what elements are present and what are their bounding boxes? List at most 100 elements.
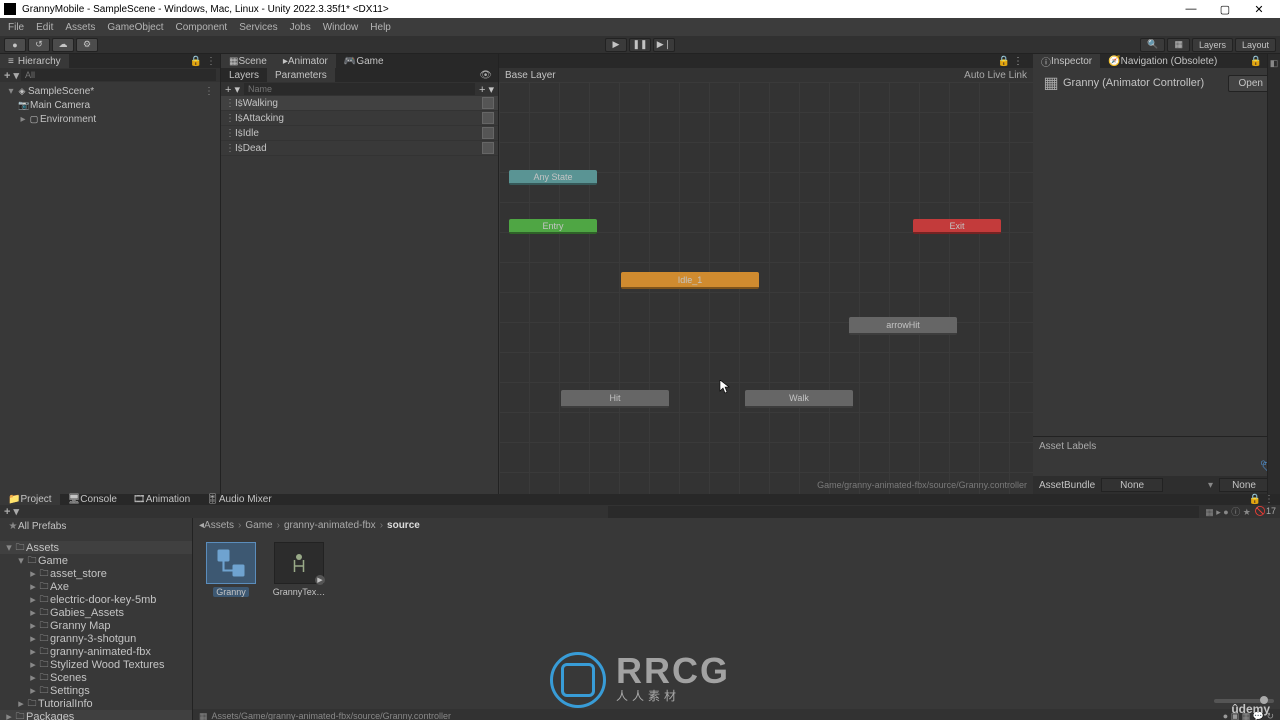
hierarchy-item[interactable]: 📷 Main Camera (0, 98, 220, 112)
window-max-button[interactable]: ▢ (1208, 0, 1242, 18)
hierarchy-add-button[interactable]: + ▾ (4, 69, 19, 82)
menu-component[interactable]: Component (170, 18, 234, 36)
project-tree-item[interactable]: ▸🗀granny-3-shotgun (0, 632, 192, 645)
foldout-icon[interactable]: ▾ (4, 541, 14, 554)
node-state-arrowhit[interactable]: arrowHit (849, 317, 957, 335)
fold-icon[interactable]: 👁 (473, 70, 498, 81)
param-row[interactable]: ⋮⋮IsAttacking (221, 111, 498, 126)
node-state-walk[interactable]: Walk (745, 390, 853, 408)
tab-animator[interactable]: ▸ Animator (275, 54, 336, 68)
animator-graph[interactable]: Any State Entry Exit Idle_1 Hit Walk arr… (499, 82, 1033, 494)
node-exit[interactable]: Exit (913, 219, 1001, 234)
grid-icon[interactable]: ▦ (1167, 38, 1190, 52)
assetbundle-dropdown[interactable]: None (1101, 478, 1163, 492)
foldout-icon[interactable]: ▸ (28, 658, 38, 671)
project-tree-item[interactable]: ▸🗀electric-door-key-5mb (0, 593, 192, 606)
menu-services[interactable]: Services (233, 18, 283, 36)
foldout-icon[interactable]: ▸ (4, 710, 14, 720)
node-state-hit[interactable]: Hit (561, 390, 669, 408)
pause-button[interactable]: ❚❚ (629, 38, 651, 52)
hierarchy-tab[interactable]: ≡Hierarchy (0, 54, 69, 68)
assetbundle-variant-dropdown[interactable]: None (1219, 478, 1269, 492)
hierarchy-item[interactable]: ▸ ▢ Environment (0, 112, 220, 126)
menu-file[interactable]: File (2, 18, 30, 36)
hierarchy-search-input[interactable] (21, 69, 216, 81)
tab-audio-mixer[interactable]: 🎚 Audio Mixer (198, 494, 280, 505)
param-row[interactable]: ⋮⋮IsWalking (221, 96, 498, 111)
menu-window[interactable]: Window (317, 18, 365, 36)
tab-navigation[interactable]: 🧭 Navigation (Obsolete) (1100, 54, 1225, 68)
tab-project[interactable]: 📁 Project (0, 494, 60, 505)
scene-menu-icon[interactable]: ⋮ (204, 86, 214, 97)
window-min-button[interactable]: — (1174, 0, 1208, 18)
foldout-icon[interactable]: ▸ (28, 567, 38, 580)
favorites-item[interactable]: ★All Prefabs (4, 520, 188, 533)
param-checkbox[interactable] (482, 97, 494, 109)
project-tree-item[interactable]: ▸🗀TutorialInfo (0, 697, 192, 710)
param-row[interactable]: ⋮⋮IsIdle (221, 126, 498, 141)
menu-jobs[interactable]: Jobs (284, 18, 317, 36)
node-any-state[interactable]: Any State (509, 170, 597, 185)
asset-tile[interactable]: Granny (203, 542, 259, 597)
foldout-icon[interactable]: ▸ (18, 114, 28, 125)
window-close-button[interactable]: ✕ (1242, 0, 1276, 18)
account-icon[interactable]: ● (4, 38, 26, 52)
animator-parameters-tab[interactable]: Parameters (267, 68, 335, 82)
foldout-icon[interactable]: ▾ (6, 86, 16, 97)
project-tree-item[interactable]: ▸🗀Stylized Wood Textures (0, 658, 192, 671)
project-tree-item[interactable]: ▸🗀Packages (0, 710, 192, 720)
foldout-icon[interactable]: ▸ (28, 580, 38, 593)
foldout-icon[interactable]: ▸ (28, 606, 38, 619)
project-add-button[interactable]: + ▾ (4, 505, 19, 518)
node-entry[interactable]: Entry (509, 219, 597, 234)
breadcrumb-item[interactable]: granny-animated-fbx (284, 520, 376, 531)
foldout-icon[interactable]: ▸ (28, 671, 38, 684)
project-tree-item[interactable]: ▸🗀Gabies_Assets (0, 606, 192, 619)
foldout-icon[interactable]: ▸ (28, 593, 38, 606)
play-button[interactable]: ▶ (605, 38, 627, 52)
settings-icon[interactable]: ⚙ (76, 38, 98, 52)
menu-edit[interactable]: Edit (30, 18, 59, 36)
asset-tile[interactable]: ▶GrannyTex… (271, 542, 327, 597)
cloud-icon[interactable]: ☁ (52, 38, 74, 52)
project-search-input[interactable] (608, 506, 1199, 518)
project-tree-item[interactable]: ▸🗀Granny Map (0, 619, 192, 632)
layout-dropdown[interactable]: Layout (1235, 38, 1276, 52)
project-tree-item[interactable]: ▸🗀Scenes (0, 671, 192, 684)
param-row[interactable]: ⋮⋮IsDead (221, 141, 498, 156)
animator-lock-icon[interactable]: 🔒 ⋮ (998, 56, 1023, 67)
param-checkbox[interactable] (482, 112, 494, 124)
param-add-menu[interactable]: + ▾ (479, 83, 494, 96)
scene-row[interactable]: ▾ ◈ SampleScene* ⋮ (0, 84, 220, 98)
foldout-icon[interactable]: ▸ (28, 645, 38, 658)
breadcrumb-item[interactable]: Assets (204, 520, 234, 531)
hierarchy-menu-icon[interactable]: ⋮ (206, 56, 216, 67)
hierarchy-lock-icon[interactable]: 🔒 (190, 56, 202, 67)
menu-help[interactable]: Help (364, 18, 397, 36)
menu-assets[interactable]: Assets (59, 18, 101, 36)
tab-animation[interactable]: 🎞 Animation (125, 494, 198, 505)
search-global-icon[interactable]: 🔍 (1140, 38, 1165, 52)
inspector-lock-icon[interactable]: 🔒 (1250, 56, 1262, 67)
undo-icon[interactable]: ↺ (28, 38, 50, 52)
param-checkbox[interactable] (482, 127, 494, 139)
add-param-button[interactable]: + ▾ (225, 83, 240, 96)
side-icon[interactable]: ◧ (1270, 58, 1279, 69)
right-sidebar[interactable]: ◧ (1267, 54, 1280, 494)
breadcrumb-item[interactable]: Game (245, 520, 272, 531)
node-default-state[interactable]: Idle_1 (621, 272, 759, 289)
project-tree-item[interactable]: ▸🗀Axe (0, 580, 192, 593)
param-search-input[interactable] (244, 83, 475, 95)
foldout-icon[interactable]: ▸ (28, 632, 38, 645)
foldout-icon[interactable]: ▸ (28, 619, 38, 632)
tab-console[interactable]: 🖥 Console (60, 494, 125, 505)
project-tree-item[interactable]: ▾🗀Game (0, 554, 192, 567)
menu-gameobject[interactable]: GameObject (101, 18, 169, 36)
breadcrumb[interactable]: ◂ Assets› Game› granny-animated-fbx› sou… (193, 518, 1280, 532)
auto-live-link[interactable]: Auto Live Link (964, 70, 1027, 81)
param-checkbox[interactable] (482, 142, 494, 154)
tab-game[interactable]: 🎮 Game (336, 54, 392, 68)
layers-dropdown[interactable]: Layers (1192, 38, 1233, 52)
project-tree-item[interactable]: ▸🗀asset_store (0, 567, 192, 580)
animator-layers-tab[interactable]: Layers (221, 68, 267, 82)
